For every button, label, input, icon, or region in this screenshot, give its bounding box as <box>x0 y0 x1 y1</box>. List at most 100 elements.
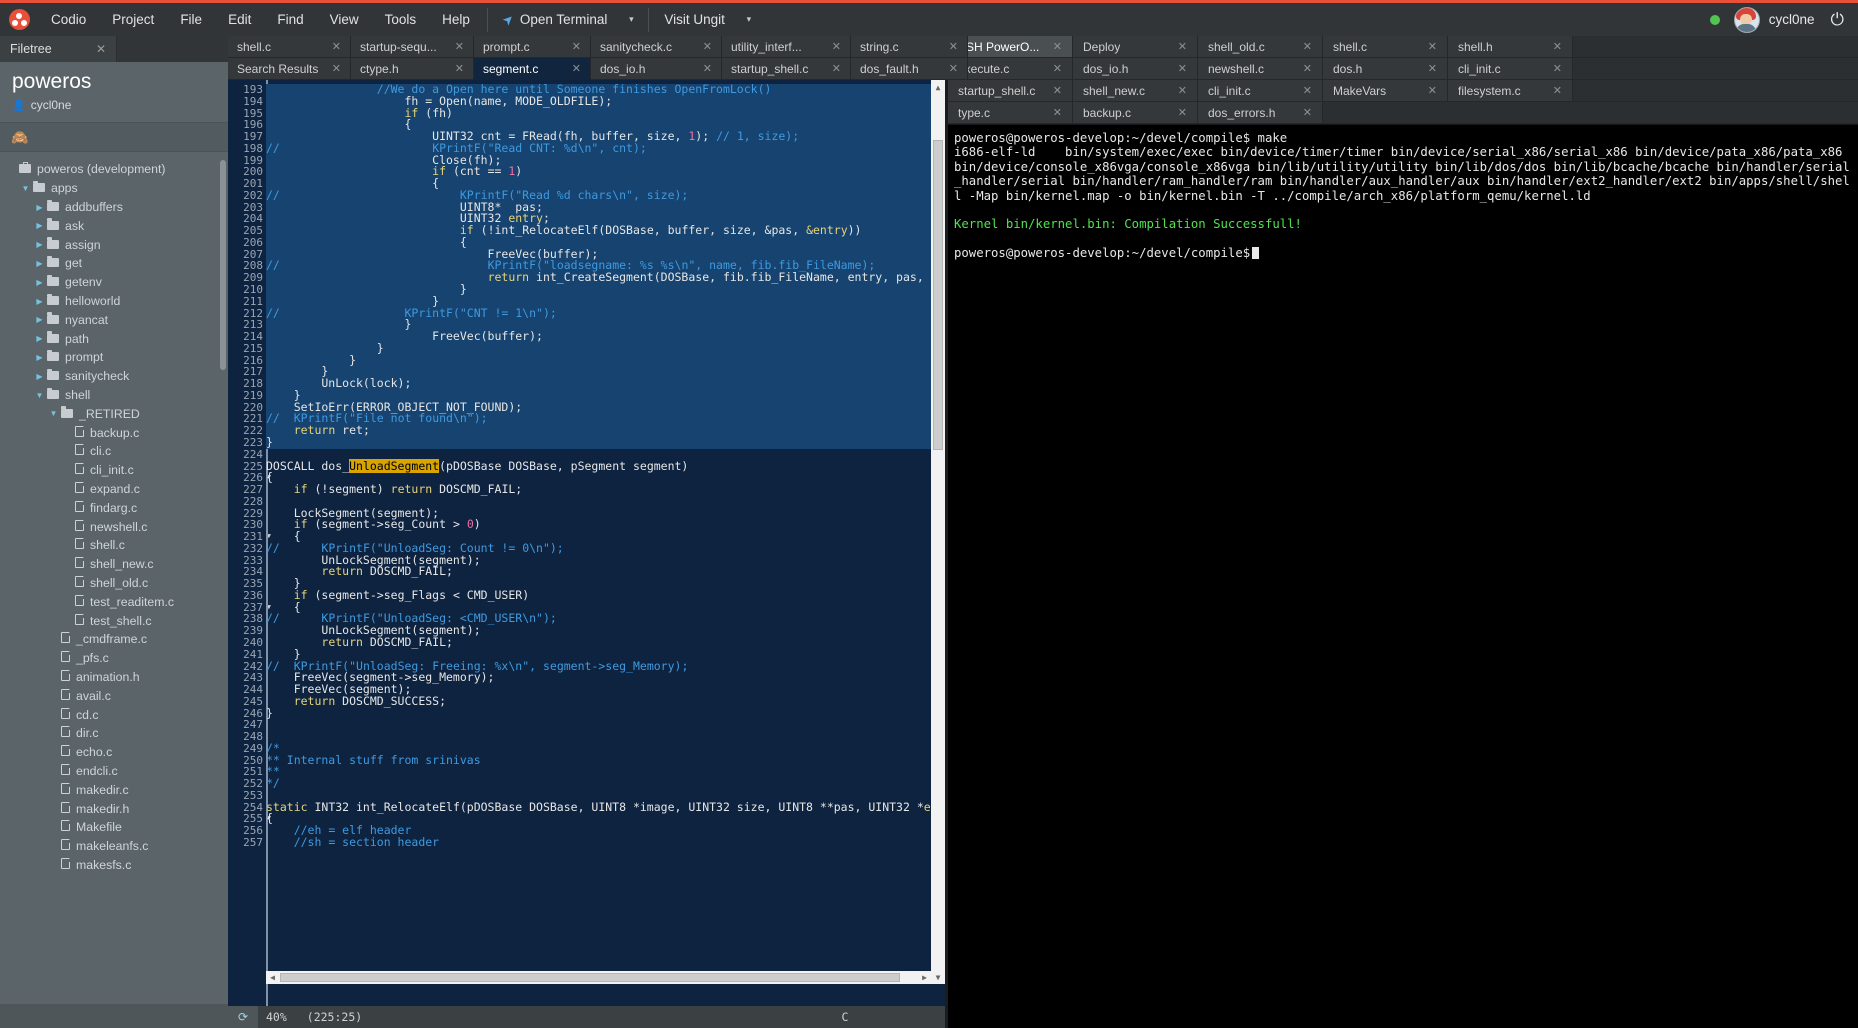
close-icon[interactable]: ✕ <box>96 42 106 56</box>
codio-logo-icon[interactable] <box>0 9 38 30</box>
tree-folder-item[interactable]: ▶ get <box>0 254 228 273</box>
menu-item-codio[interactable]: Codio <box>38 2 99 38</box>
code-line[interactable]: return ret; <box>266 424 945 437</box>
menu-item-edit[interactable]: Edit <box>215 2 264 38</box>
close-icon[interactable]: ✕ <box>1428 84 1437 97</box>
chevron-right-icon[interactable]: ▶ <box>34 334 45 343</box>
code-line[interactable]: */ <box>266 777 945 790</box>
chevron-right-icon[interactable]: ▶ <box>34 240 45 249</box>
language-mode[interactable]: C <box>745 1010 945 1024</box>
tree-file-item[interactable]: • makeleanfs.c <box>0 837 228 856</box>
close-icon[interactable]: ✕ <box>1303 84 1312 97</box>
terminal-tab-dos-errors-h[interactable]: dos_errors.h ✕ <box>1198 102 1323 124</box>
terminal-tab-dos-io-h[interactable]: dos_io.h ✕ <box>1073 58 1198 80</box>
user-avatar[interactable] <box>1733 6 1760 33</box>
tree-file-item[interactable]: • shell.c <box>0 536 228 555</box>
close-icon[interactable]: ✕ <box>572 40 581 53</box>
code-line[interactable]: UnLock(lock); <box>266 377 945 390</box>
close-icon[interactable]: ✕ <box>1053 62 1062 75</box>
close-icon[interactable]: ✕ <box>1178 106 1187 119</box>
chevron-right-icon[interactable]: ▶ <box>34 315 45 324</box>
close-icon[interactable]: ✕ <box>1053 106 1062 119</box>
editor-vertical-scrollbar[interactable]: ▲ ▼ <box>931 80 945 984</box>
editor-tab-prompt-c[interactable]: prompt.c ✕ <box>474 36 591 58</box>
menu-item-help[interactable]: Help <box>429 2 483 38</box>
close-icon[interactable]: ✕ <box>332 62 341 75</box>
tree-folder-item[interactable]: ▶ path <box>0 329 228 348</box>
tree-folder-item[interactable]: ▶ sanitycheck <box>0 367 228 386</box>
terminal-tab-startup-shell-c[interactable]: startup_shell.c ✕ <box>948 80 1073 102</box>
close-icon[interactable]: ✕ <box>703 40 712 53</box>
editor-tab-search-results[interactable]: Search Results ✕ <box>228 58 351 80</box>
terminal-tab-shell-old-c[interactable]: shell_old.c ✕ <box>1198 36 1323 58</box>
editor-horizontal-scrollbar[interactable]: ◀ ▶ <box>266 971 931 984</box>
close-icon[interactable]: ✕ <box>1178 84 1187 97</box>
code-line[interactable]: return DOSCMD_FAIL; <box>266 566 945 578</box>
close-icon[interactable]: ✕ <box>832 62 841 75</box>
tree-file-item[interactable]: • shell_old.c <box>0 574 228 593</box>
tab-filetree[interactable]: Filetree ✕ <box>0 36 117 62</box>
code-line[interactable] <box>266 719 945 731</box>
tree-file-item[interactable]: • newshell.c <box>0 517 228 536</box>
code-line[interactable]: } <box>266 354 945 367</box>
username-label[interactable]: cycl0ne <box>1769 12 1815 27</box>
code-line[interactable]: return DOSCMD_FAIL; <box>266 636 945 649</box>
close-icon[interactable]: ✕ <box>1053 84 1062 97</box>
terminal-tab-shell-c[interactable]: shell.c ✕ <box>1323 36 1448 58</box>
terminal-tab-cli-init-c[interactable]: cli_init.c ✕ <box>1448 58 1573 80</box>
editor-tab-startup-sequ[interactable]: startup-sequ... ✕ <box>351 36 474 58</box>
code-line[interactable]: if (segment->seg_Count > 0) <box>266 518 945 531</box>
chevron-down-icon[interactable]: ▼ <box>34 391 45 400</box>
tree-folder-item[interactable]: ▶ getenv <box>0 273 228 292</box>
terminal-output[interactable]: poweros@poweros-develop:~/devel/compile$… <box>948 125 1858 1028</box>
close-icon[interactable]: ✕ <box>455 62 464 75</box>
editor-tab-shell-c[interactable]: shell.c ✕ <box>228 36 351 58</box>
close-icon[interactable]: ✕ <box>1553 62 1562 75</box>
tree-folder-item[interactable]: ▶ assign <box>0 235 228 254</box>
chevron-down-icon[interactable]: ▼ <box>20 184 31 193</box>
close-icon[interactable]: ✕ <box>1428 40 1437 53</box>
tree-file-item[interactable]: • makedir.h <box>0 799 228 818</box>
tree-file-item[interactable]: • Makefile <box>0 818 228 837</box>
close-icon[interactable]: ✕ <box>455 40 464 53</box>
chevron-right-icon[interactable]: ▶ <box>34 353 45 362</box>
close-icon[interactable]: ✕ <box>1178 62 1187 75</box>
close-icon[interactable]: ✕ <box>949 40 958 53</box>
editor-tab-startup-shell-c[interactable]: startup_shell.c ✕ <box>722 58 851 80</box>
close-icon[interactable]: ✕ <box>1178 40 1187 53</box>
tree-file-item[interactable]: • avail.c <box>0 686 228 705</box>
terminal-tab-newshell-c[interactable]: newshell.c ✕ <box>1198 58 1323 80</box>
close-icon[interactable]: ✕ <box>1553 84 1562 97</box>
terminal-tab-type-c[interactable]: type.c ✕ <box>948 102 1073 124</box>
open-terminal-button[interactable]: ➤ Open Terminal <box>492 2 618 38</box>
tree-file-item[interactable]: • dir.c <box>0 724 228 743</box>
chevron-right-icon[interactable]: ▶ <box>34 203 45 212</box>
tree-file-item[interactable]: • findarg.c <box>0 498 228 517</box>
editor-tab-sanitycheck-c[interactable]: sanitycheck.c ✕ <box>591 36 722 58</box>
close-icon[interactable]: ✕ <box>832 40 841 53</box>
tree-folder-item[interactable]: ▶ prompt <box>0 348 228 367</box>
tree-file-item[interactable]: • cli_init.c <box>0 461 228 480</box>
editor-tab-utility-interf[interactable]: utility_interf... ✕ <box>722 36 851 58</box>
tree-file-item[interactable]: • makesfs.c <box>0 856 228 875</box>
tree-file-item[interactable]: • cd.c <box>0 705 228 724</box>
code-line[interactable] <box>266 731 945 743</box>
tree-folder-item[interactable]: ▼ _RETIRED <box>0 404 228 423</box>
tree-file-item[interactable]: • test_readitem.c <box>0 592 228 611</box>
tree-file-item[interactable]: • _pfs.c <box>0 649 228 668</box>
editor-tab-string-c[interactable]: string.c ✕ <box>851 36 968 58</box>
close-icon[interactable]: ✕ <box>1553 40 1562 53</box>
chevron-right-icon[interactable]: ▶ <box>34 259 45 268</box>
editor-tab-dos-fault-h[interactable]: dos_fault.h ✕ <box>851 58 968 80</box>
horizontal-scroll-thumb[interactable] <box>280 973 900 982</box>
code-line[interactable]: static INT32 int_RelocateElf(pDOSBase DO… <box>266 801 945 814</box>
terminal-tab-shell-h[interactable]: shell.h ✕ <box>1448 36 1573 58</box>
close-icon[interactable]: ✕ <box>572 62 581 75</box>
scroll-up-icon[interactable]: ▲ <box>931 80 945 94</box>
chevron-right-icon[interactable]: ▶ <box>34 278 45 287</box>
tree-folder-item[interactable]: ▶ helloworld <box>0 292 228 311</box>
menu-item-view[interactable]: View <box>317 2 372 38</box>
terminal-tab-makevars[interactable]: MakeVars ✕ <box>1323 80 1448 102</box>
tree-file-item[interactable]: • expand.c <box>0 480 228 499</box>
terminal-tab-dos-h[interactable]: dos.h ✕ <box>1323 58 1448 80</box>
